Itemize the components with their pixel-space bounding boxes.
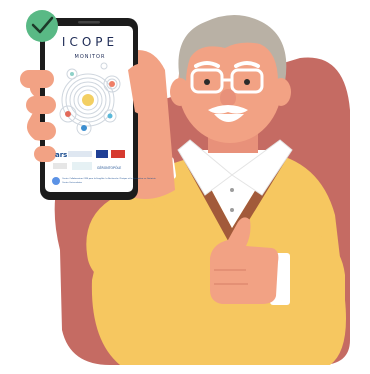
app-title: ICOPE	[62, 35, 118, 49]
ear-left	[170, 78, 190, 106]
shirt-button	[230, 188, 234, 192]
ars-logo-text: ars	[55, 151, 67, 159]
nose	[220, 89, 236, 107]
occitanie-logo	[111, 150, 125, 158]
eu-flag	[96, 150, 108, 158]
logo-block	[72, 162, 92, 170]
cu-text: Centre Universitaire	[62, 181, 83, 184]
logo-block	[53, 163, 67, 169]
shirt-button	[230, 208, 234, 212]
app-subtitle: MONITOR	[75, 54, 106, 60]
gerontopole-logo: GÉRONTOPÔLE	[97, 165, 121, 170]
check-badge-circle	[26, 10, 58, 42]
check-badge	[26, 10, 58, 42]
eye-left	[204, 79, 210, 85]
logo-block	[68, 151, 92, 157]
eye-right	[244, 79, 250, 85]
who-logo	[52, 177, 60, 185]
ear-right	[271, 78, 291, 106]
illustration: ICOPE MONITOR ars GÉRONTOPÔLE Centre Col…	[20, 10, 351, 365]
phone-speaker	[78, 21, 100, 24]
who-collab-text: Centre Collaborateur OMS pour la Fragili…	[62, 177, 156, 180]
